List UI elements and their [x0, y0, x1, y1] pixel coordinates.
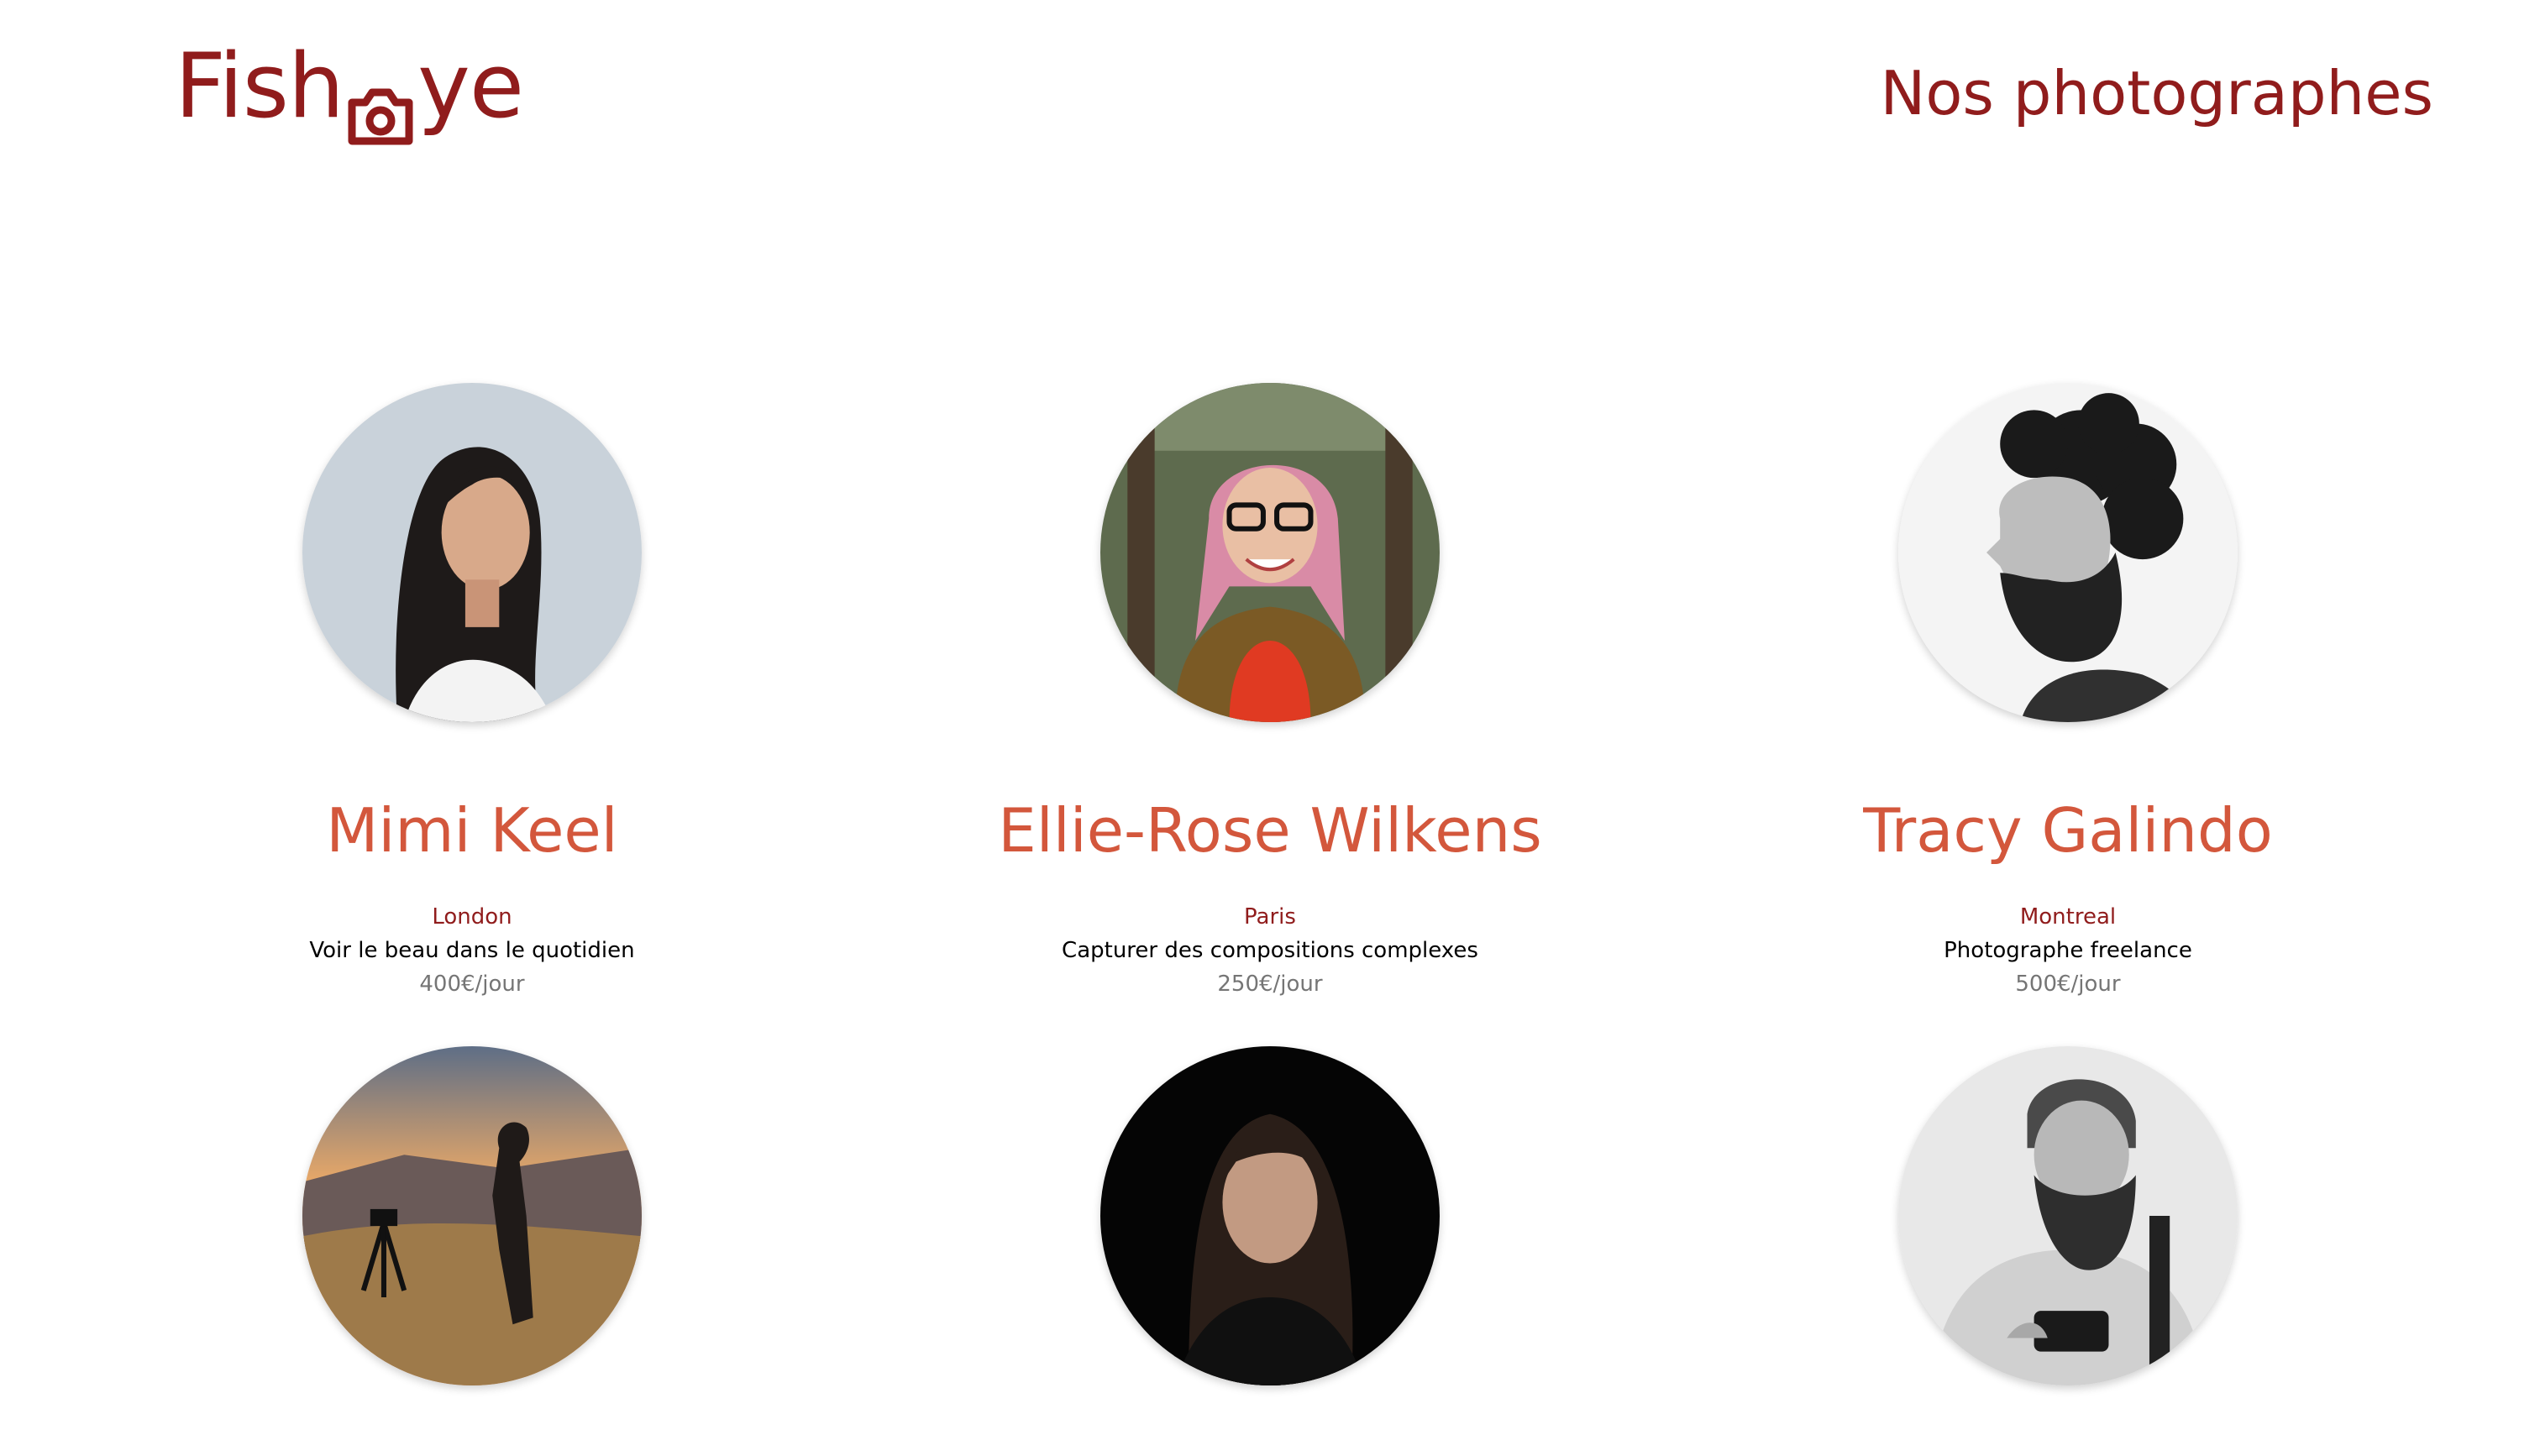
- photographer-card: [111, 1046, 833, 1456]
- photographer-link[interactable]: [1707, 1046, 2429, 1385]
- photographer-name: Tracy Galindo: [1863, 795, 2273, 866]
- photographer-portrait: [1898, 1046, 2238, 1385]
- site-header: Fish ye Nos photographes: [0, 0, 2540, 168]
- photographer-link[interactable]: [909, 1046, 1631, 1385]
- photographer-price: 250€/jour: [1217, 972, 1323, 997]
- photographer-name: Mimi Keel: [326, 795, 618, 866]
- logo-text-end: ye: [417, 34, 524, 138]
- photographer-link[interactable]: Ellie-Rose Wilkens: [909, 383, 1631, 868]
- photographer-portrait: [1100, 1046, 1440, 1385]
- photographer-city: Paris: [1244, 904, 1296, 930]
- photographer-card: Tracy Galindo Montreal Photographe freel…: [1707, 383, 2429, 1001]
- photographer-price: 400€/jour: [419, 972, 525, 997]
- fisheye-logo[interactable]: Fish ye: [175, 24, 524, 149]
- photographer-tagline: Photographe freelance: [1944, 938, 2192, 963]
- camera-icon: [345, 56, 416, 145]
- photographer-card: Mimi Keel London Voir le beau dans le qu…: [111, 383, 833, 1001]
- photographer-city: London: [432, 904, 512, 930]
- photographer-tagline: Capturer des compositions complexes: [1062, 938, 1478, 963]
- photographer-portrait: [1100, 383, 1440, 722]
- photographer-card: [1707, 1046, 2429, 1456]
- photographer-link[interactable]: Mimi Keel: [111, 383, 833, 868]
- photographer-name: Ellie-Rose Wilkens: [998, 795, 1542, 866]
- photographer-card: [909, 1046, 1631, 1456]
- photographer-portrait: [1898, 383, 2238, 722]
- photographer-portrait: [302, 1046, 642, 1385]
- photographer-card: Ellie-Rose Wilkens Paris Capturer des co…: [909, 383, 1631, 1001]
- photographer-link[interactable]: [111, 1046, 833, 1385]
- logo-text-start: Fish: [175, 34, 344, 138]
- photographer-tagline: Voir le beau dans le quotidien: [309, 938, 635, 963]
- photographer-link[interactable]: Tracy Galindo: [1707, 383, 2429, 868]
- page-title: Nos photographes: [1880, 58, 2433, 128]
- photographer-portrait: [302, 383, 642, 722]
- photographer-price: 500€/jour: [2015, 972, 2121, 997]
- photographer-city: Montreal: [2019, 904, 2117, 930]
